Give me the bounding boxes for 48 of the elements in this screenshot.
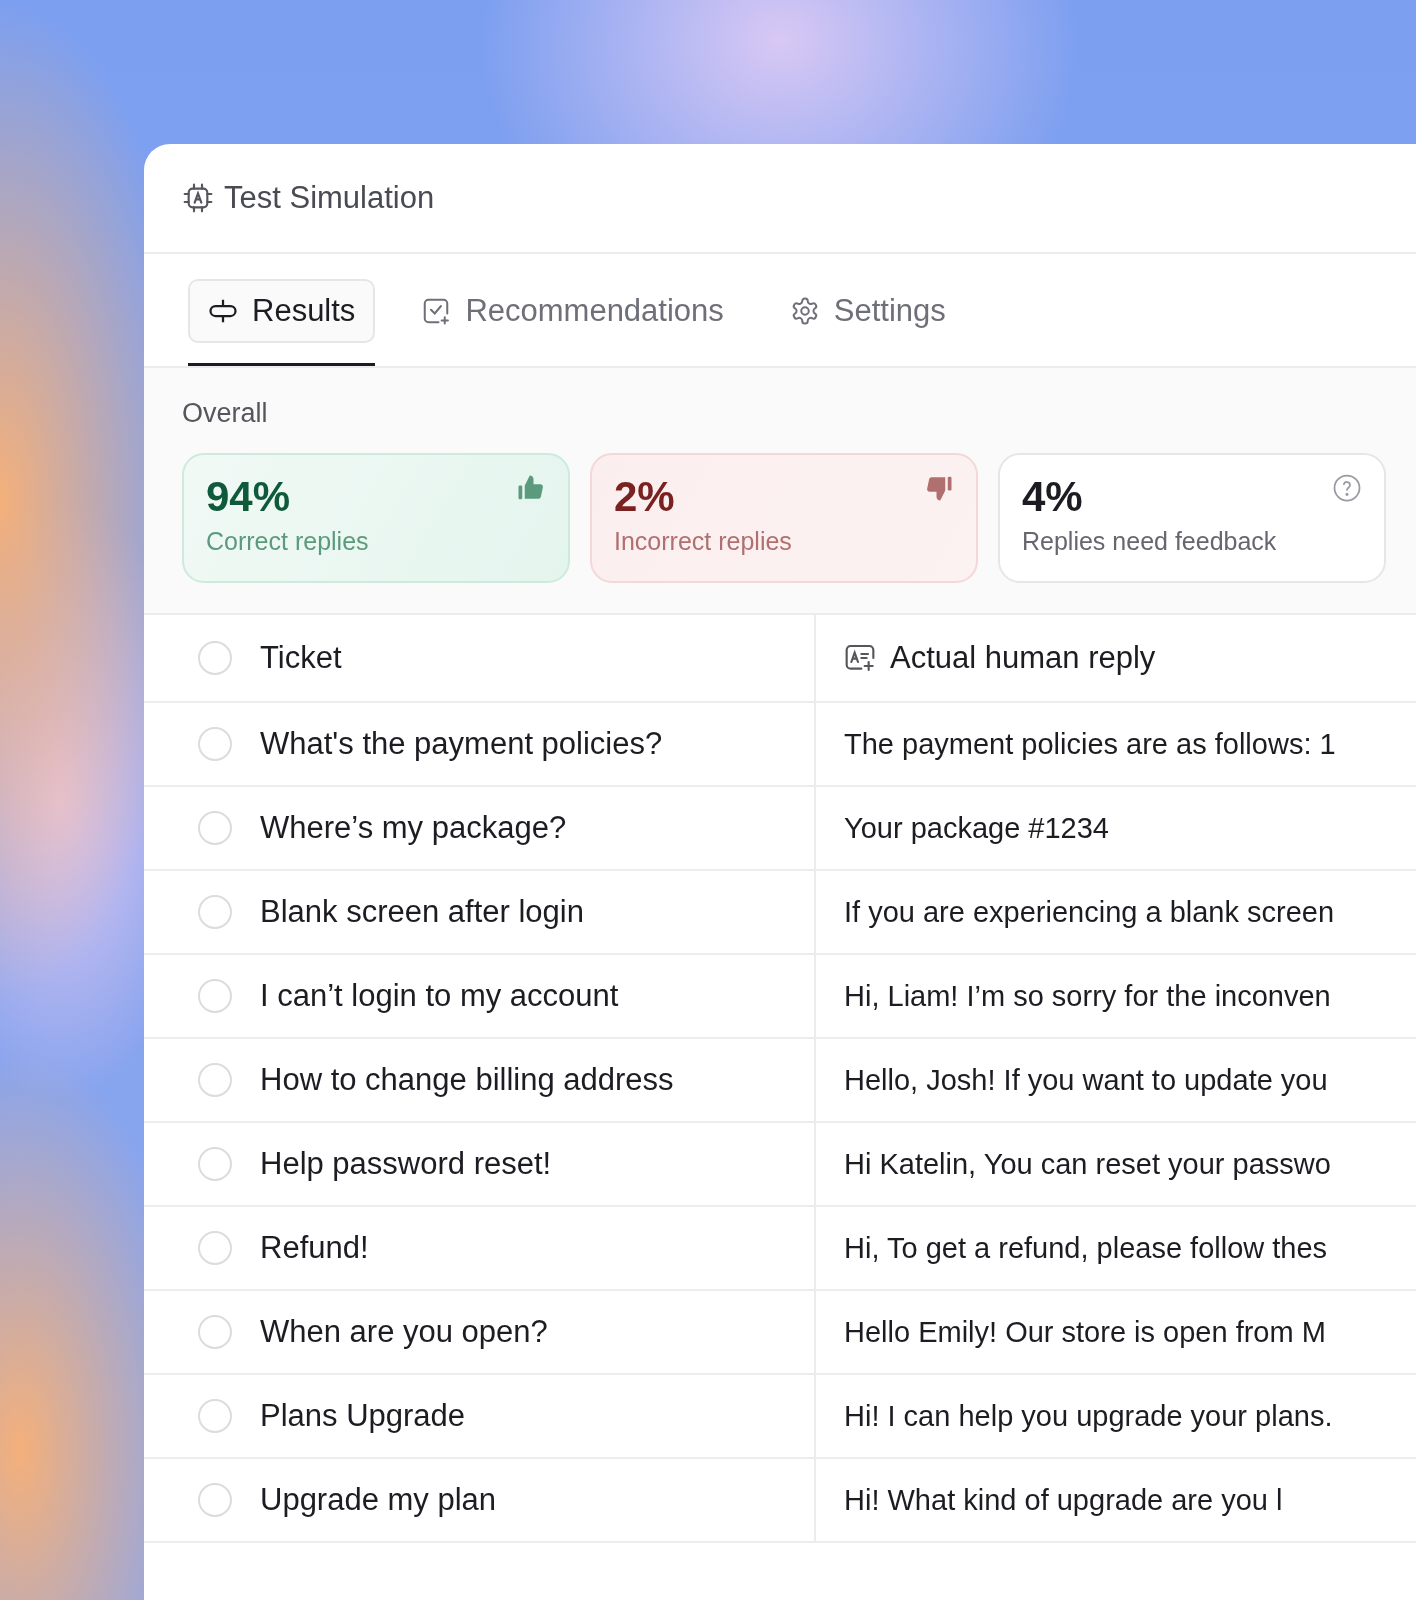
select-all-checkbox[interactable] (198, 641, 232, 675)
table-cell: Hi, Liam! I’m so sorry for the inconven (844, 979, 1331, 1013)
table-cell: Your package #1234 (844, 811, 1109, 845)
row-checkbox[interactable] (198, 1231, 232, 1265)
row-checkbox[interactable] (198, 811, 232, 845)
row-checkbox[interactable] (198, 1315, 232, 1349)
column-header: Actual human reply (890, 640, 1156, 676)
window-title: Test Simulation (224, 180, 435, 216)
tab[interactable]: Results (188, 279, 376, 343)
table-cell: How to change billing address (260, 1062, 674, 1098)
row-checkbox[interactable] (198, 1147, 232, 1181)
section-label: Overall (182, 398, 269, 429)
table-cell: When are you open? (260, 1314, 548, 1350)
table-cell: Refund! (260, 1230, 369, 1266)
table-cell: Blank screen after login (260, 894, 584, 930)
table-cell: I can’t login to my account (260, 978, 619, 1014)
table-cell: Hello, Josh! If you want to update you (844, 1063, 1328, 1097)
stat-caption: Replies need feedback (1022, 527, 1277, 556)
row-checkbox[interactable] (198, 1483, 232, 1517)
stat-caption: Correct replies (206, 527, 369, 556)
table-cell: Hi! I can help you upgrade your plans. (844, 1399, 1333, 1433)
row-checkbox[interactable] (198, 979, 232, 1013)
table-cell: Plans Upgrade (260, 1398, 466, 1434)
row-checkbox[interactable] (198, 895, 232, 929)
tab[interactable]: Settings (769, 279, 966, 343)
row-checkbox[interactable] (198, 1063, 232, 1097)
row-checkbox[interactable] (198, 727, 232, 761)
stat-value: 94% (206, 473, 291, 521)
text-sparkle-icon (844, 642, 876, 674)
checkbox-plus-icon (421, 296, 452, 326)
table-cell: Hi! What kind of upgrade are you l (844, 1483, 1283, 1517)
table-cell: Upgrade my plan (260, 1482, 497, 1518)
table-cell: Hello Emily! Our store is open from M (844, 1315, 1326, 1349)
table-cell: The payment policies are as follows: 1 (844, 727, 1336, 761)
column-header: Ticket (260, 640, 342, 676)
table-cell: If you are experiencing a blank screen (844, 895, 1335, 929)
table-cell: Help password reset! (260, 1146, 552, 1182)
help-icon[interactable] (1332, 473, 1362, 503)
table-cell: What's the payment policies? (260, 726, 663, 762)
chip-icon (182, 182, 214, 214)
table-cell: Hi, To get a refund, please follow thes (844, 1231, 1328, 1265)
stat-value: 4% (1022, 473, 1083, 521)
stat-value: 2% (614, 473, 675, 521)
stat-caption: Incorrect replies (614, 527, 792, 556)
tab[interactable]: Recommendations (401, 279, 744, 343)
row-checkbox[interactable] (198, 1399, 232, 1433)
table-cell: Where’s my package? (260, 810, 567, 846)
table-cell: Hi Katelin, You can reset your passwo (844, 1147, 1331, 1181)
